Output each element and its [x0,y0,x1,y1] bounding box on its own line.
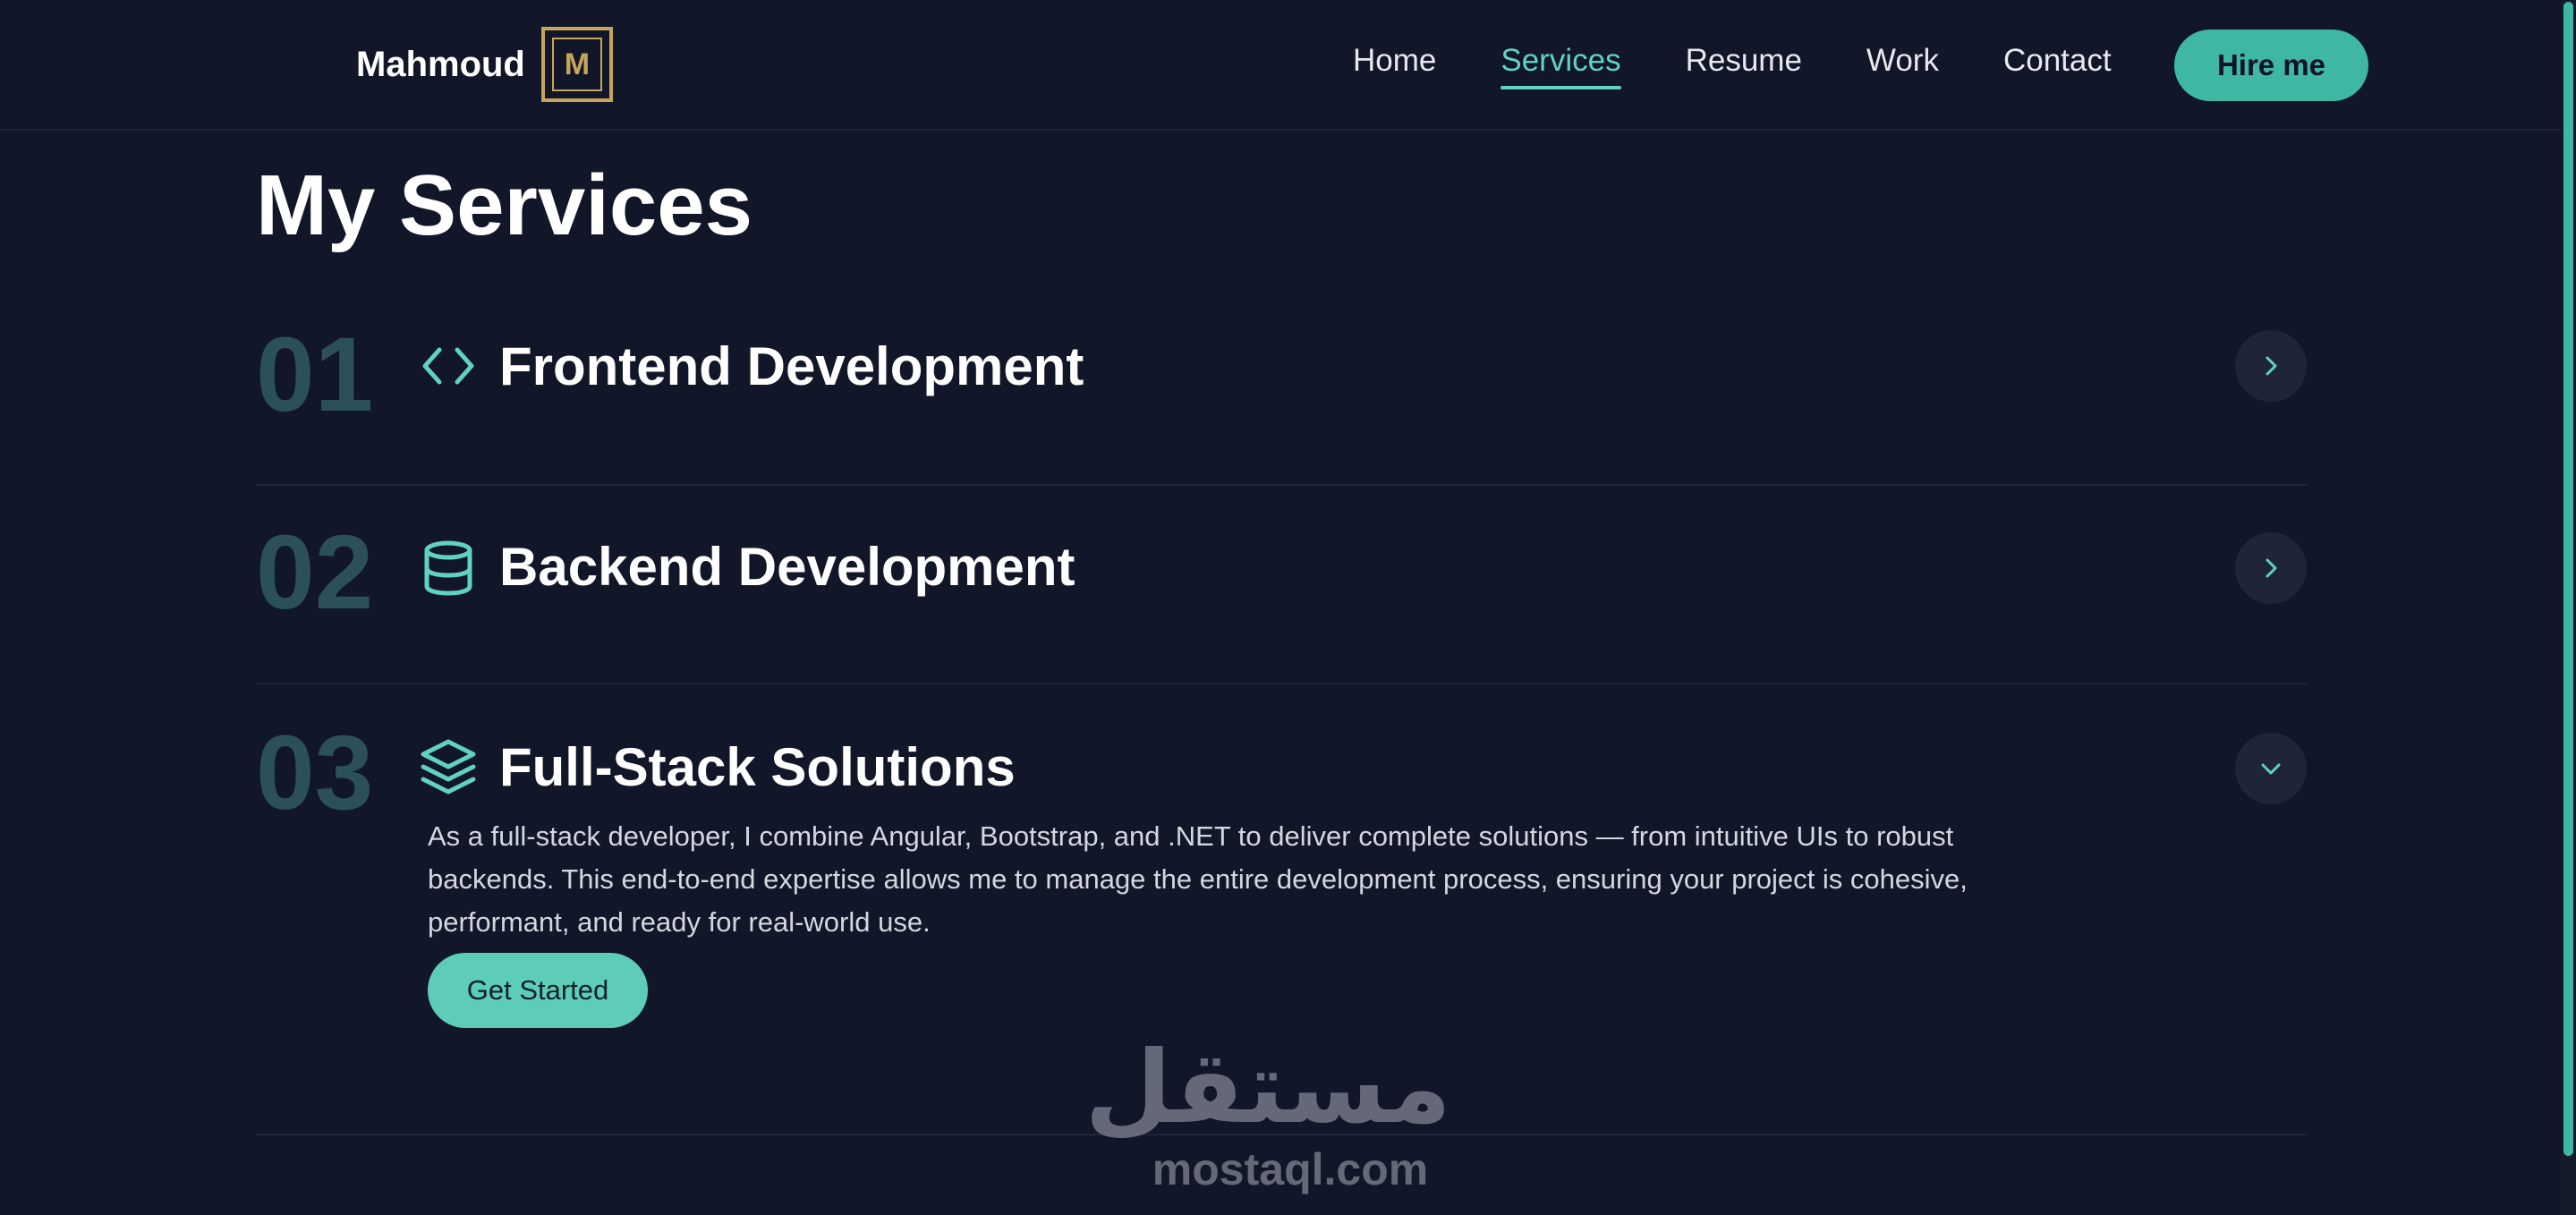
hire-me-button[interactable]: Hire me [2174,30,2368,101]
database-icon [424,540,472,596]
site-header: Mahmoud M Home Services Resume Work Cont… [0,0,2561,131]
watermark: مستقل mostaql.com [1084,1030,1451,1195]
expand-button[interactable] [2235,532,2307,604]
service-item-frontend[interactable]: 01 Frontend Development [256,300,2307,486]
service-title: Backend Development [499,537,1075,597]
nav-link-contact[interactable]: Contact [2003,43,2112,88]
brand-name: Mahmoud [356,44,525,84]
nav-link-home[interactable]: Home [1353,43,1436,88]
brand-mark-icon: M [540,27,613,102]
nav-link-resume[interactable]: Resume [1686,43,1802,88]
brand-mark-letter: M [564,47,591,81]
service-title: Frontend Development [499,336,1084,396]
vertical-scrollbar[interactable] [2561,0,2576,1215]
layers-icon [421,739,476,794]
nav-link-services[interactable]: Services [1501,43,1621,89]
service-number: 02 [256,514,374,632]
main-nav: Home Services Resume Work Contact [1353,43,2176,89]
service-number: 03 [256,714,374,832]
page: Mahmoud M Home Services Resume Work Cont… [0,0,2576,1215]
code-icon [422,347,474,385]
chevron-right-icon [2266,356,2277,376]
service-item-backend[interactable]: 02 Backend Development [256,486,2307,684]
get-started-button[interactable]: Get Started [428,953,648,1028]
service-number: 01 [256,316,374,434]
service-description: As a full-stack developer, I combine Ang… [428,820,1968,938]
chevron-down-icon [2261,763,2281,775]
collapse-button[interactable] [2235,733,2307,804]
expand-button[interactable] [2235,330,2307,402]
nav-link-work[interactable]: Work [1866,43,1939,88]
scrollbar-thumb[interactable] [2563,2,2573,1156]
watermark-logo: مستقل [1084,1030,1451,1146]
watermark-domain: mostaql.com [1152,1144,1429,1194]
page-title: My Services [256,157,753,253]
brand-logo[interactable]: Mahmoud M [356,27,613,102]
service-title: Full-Stack Solutions [499,737,1016,797]
chevron-right-icon [2266,558,2277,578]
